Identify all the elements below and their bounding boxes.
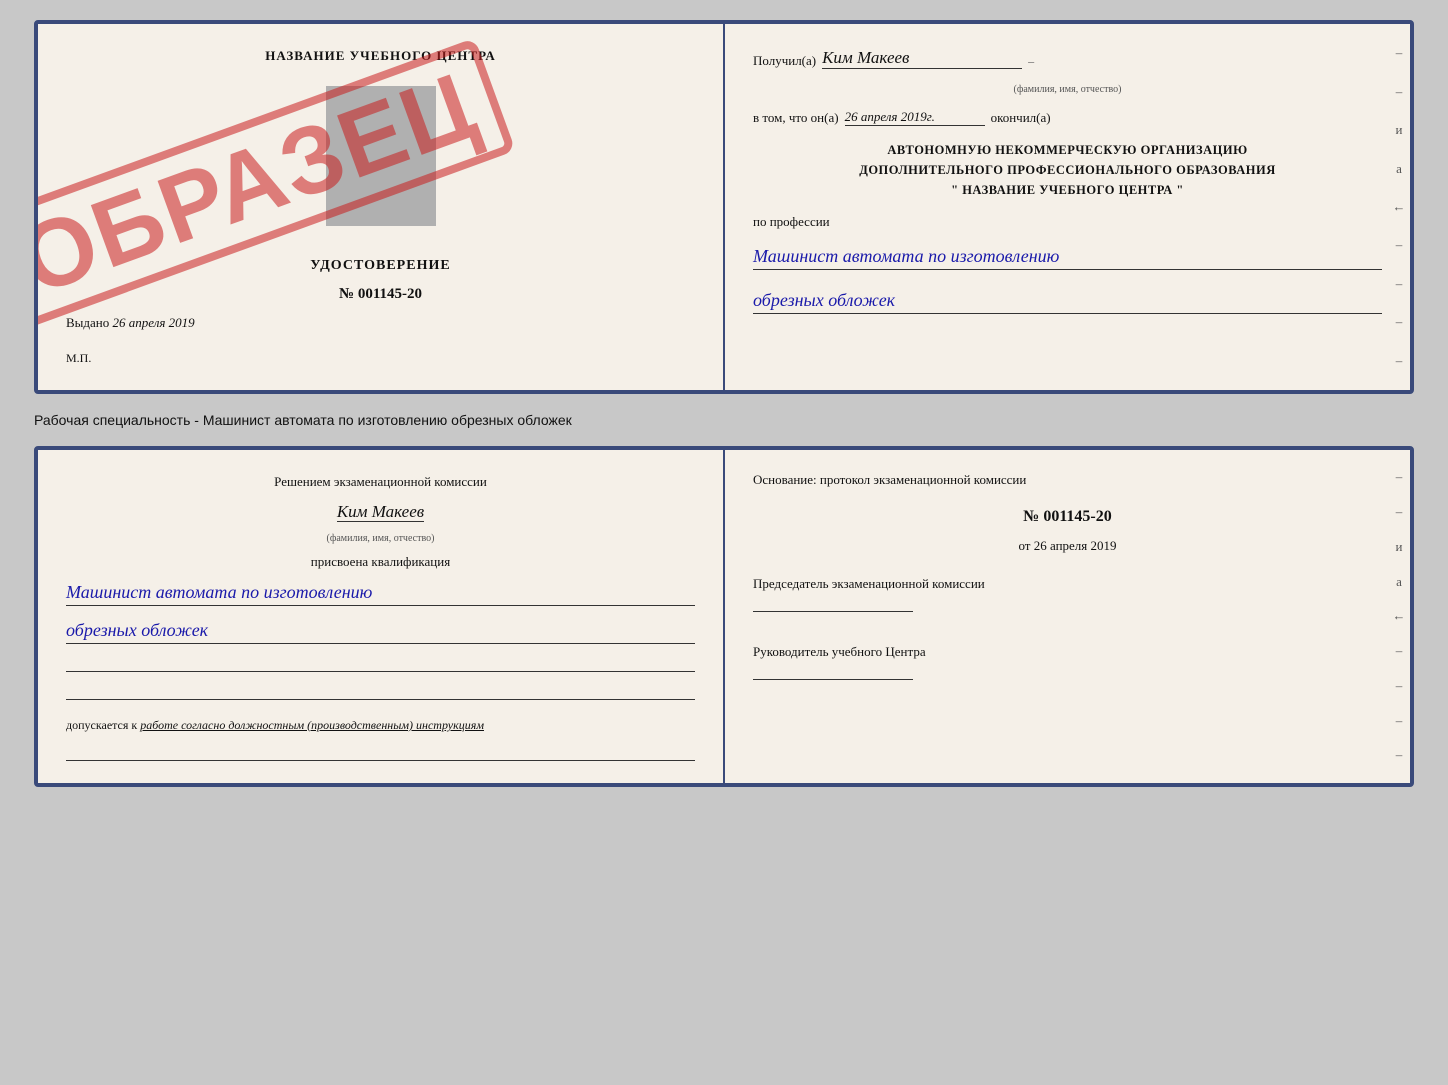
issued-label: Выдано [66,315,109,330]
school-name-top: НАЗВАНИЕ УЧЕБНОГО ЦЕНТРА [66,48,695,64]
protocol-date: от 26 апреля 2019 [753,538,1382,554]
basis-label: Основание: протокол экзаменационной коми… [753,472,1382,488]
org-line1: АВТОНОМНУЮ НЕКОММЕРЧЕСКУЮ ОРГАНИЗАЦИЮ [753,140,1382,160]
permission-block: допускается к работе согласно должностны… [66,718,695,733]
cert-issued-block: Выдано 26 апреля 2019 [66,315,695,331]
date-value: 26 апреля 2019г. [845,109,985,126]
cert-right-panel: Получил(а) Ким Макеев – (фамилия, имя, о… [725,24,1410,390]
blank-line3 [66,743,695,761]
protocol-date-prefix: от [1018,538,1030,553]
qualification-value2: обрезных обложек [66,618,695,644]
recipient-name: Ким Макеев [822,48,1022,69]
director-block: Руководитель учебного Центра [753,644,1382,680]
org-line2: ДОПОЛНИТЕЛЬНОГО ПРОФЕССИОНАЛЬНОГО ОБРАЗО… [753,160,1382,180]
qualification-value1: Машинист автомата по изготовлению [66,580,695,606]
date-suffix: окончил(а) [991,110,1051,126]
director-sign-line [753,664,913,680]
recipient-line: Получил(а) Ким Макеев – [753,48,1382,69]
cert2-right-panel: Основание: протокол экзаменационной коми… [725,450,1410,783]
director-label: Руководитель учебного Центра [753,644,1382,660]
cert-number: № 001145-20 [66,286,695,303]
issued-date: 26 апреля 2019 [113,315,195,330]
chairman-label: Председатель экзаменационной комиссии [753,576,1382,592]
certificate-card-bottom: Решением экзаменационной комиссии Ким Ма… [34,446,1414,787]
photo-placeholder [326,86,436,226]
cert-title: УДОСТОВЕРЕНИЕ [66,258,695,274]
date-line: в том, что он(а) 26 апреля 2019г. окончи… [753,109,1382,126]
recipient-sublabel: (фамилия, имя, отчество) [753,84,1382,95]
permission-value: работе согласно должностным (производств… [140,718,484,732]
profession-label: по профессии [753,214,1382,230]
chairman-sign-line [753,596,913,612]
org-line3: " НАЗВАНИЕ УЧЕБНОГО ЦЕНТРА " [753,180,1382,200]
right-edge-dashes: – – и а ← – – – – [1388,24,1410,390]
recipient-prefix: Получил(а) [753,53,816,69]
profession-value1: Машинист автомата по изготовлению [753,244,1382,270]
protocol-date-value: 26 апреля 2019 [1034,538,1117,553]
blank-line2 [66,682,695,700]
right-edge-dashes2: – – и а ← – – – – [1388,450,1410,783]
separator-text: Рабочая специальность - Машинист автомат… [34,412,1414,428]
org-block: АВТОНОМНУЮ НЕКОММЕРЧЕСКУЮ ОРГАНИЗАЦИЮ ДО… [753,140,1382,200]
qualification-label: присвоена квалификация [66,554,695,570]
date-prefix: в том, что он(а) [753,110,839,126]
cert2-left-panel: Решением экзаменационной комиссии Ким Ма… [38,450,725,783]
blank-line1 [66,654,695,672]
certificate-card-top: НАЗВАНИЕ УЧЕБНОГО ЦЕНТРА ОБРАЗЕЦ УДОСТОВ… [34,20,1414,394]
person-sublabel: (фамилия, имя, отчество) [66,533,695,544]
profession-value2: обрезных обложек [753,288,1382,314]
cert-left-panel: НАЗВАНИЕ УЧЕБНОГО ЦЕНТРА ОБРАЗЕЦ УДОСТОВ… [38,24,725,390]
person-name2: Ким Макеев [337,502,424,522]
protocol-number: № 001145-20 [753,508,1382,526]
commission-line1: Решением экзаменационной комиссии [66,472,695,492]
mp-label: М.П. [66,351,695,366]
chairman-block: Председатель экзаменационной комиссии [753,576,1382,612]
permission-prefix: допускается к [66,718,137,732]
